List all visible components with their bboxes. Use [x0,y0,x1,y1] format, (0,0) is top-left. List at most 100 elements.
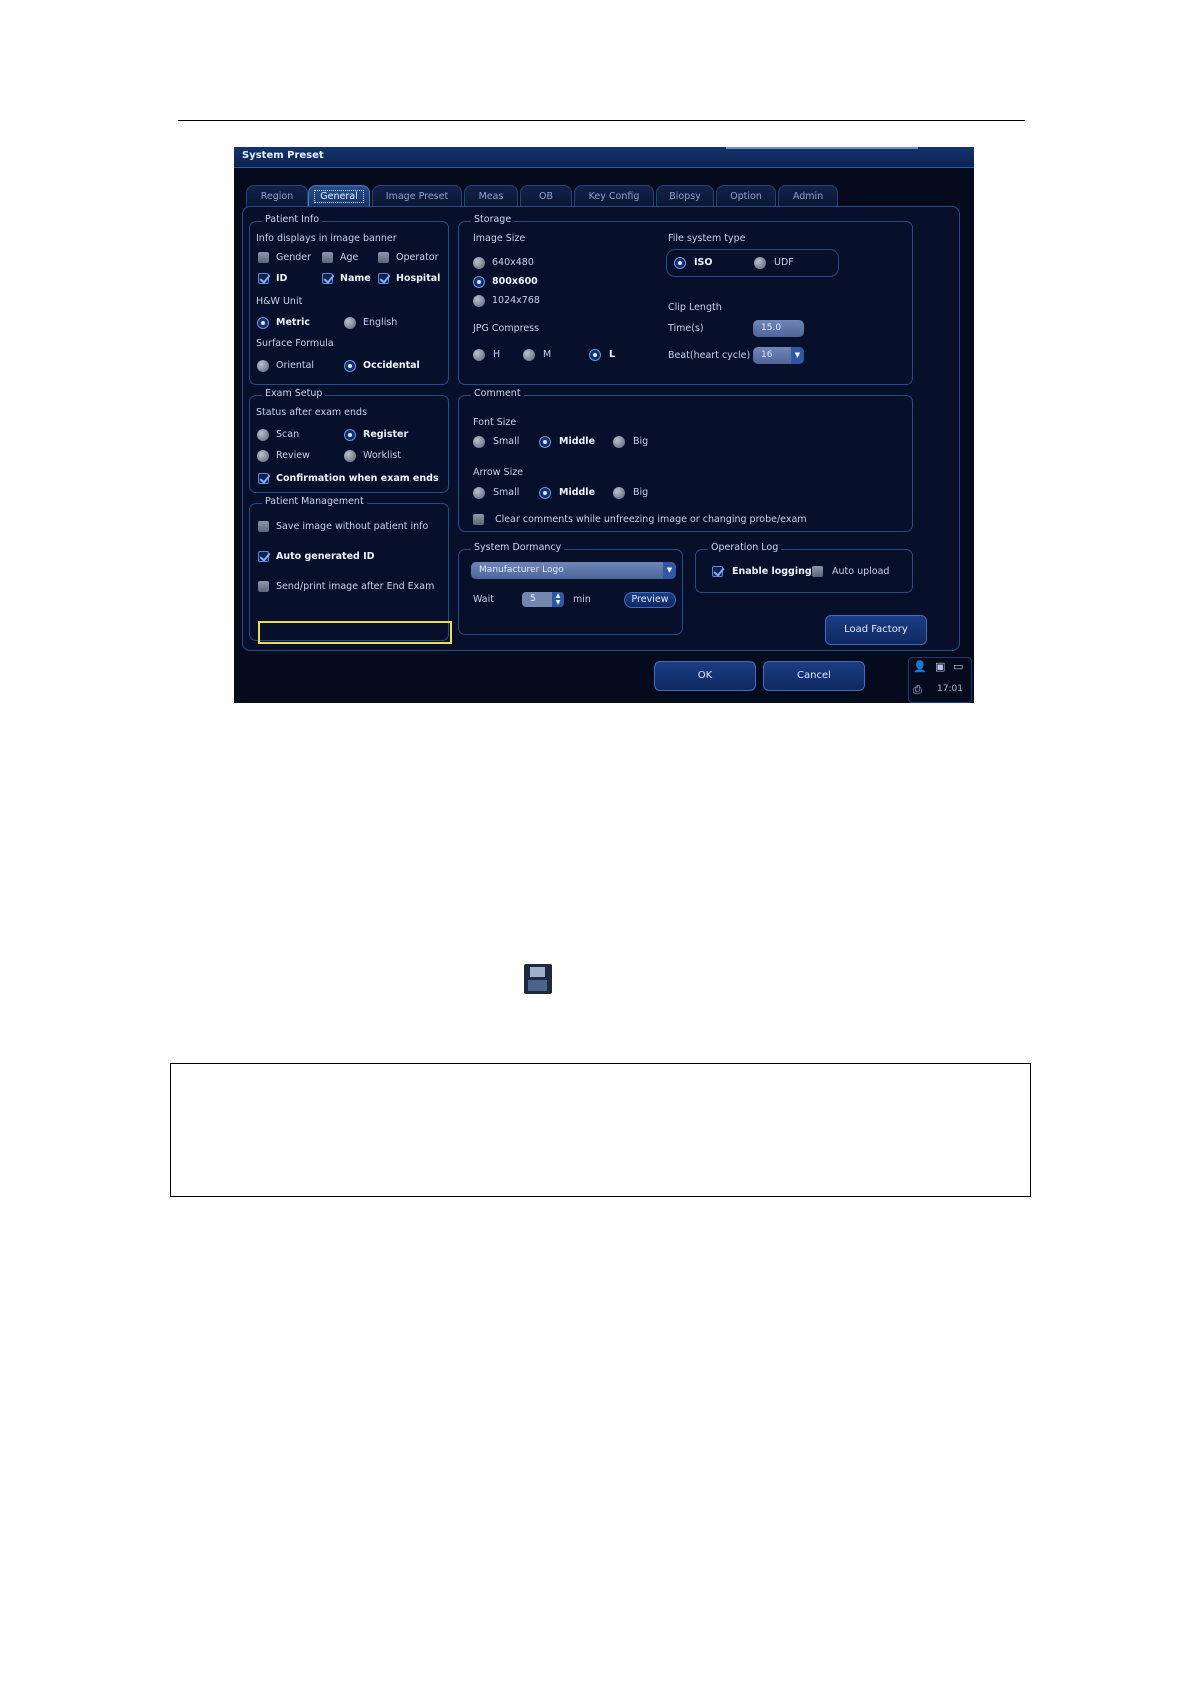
worklist-radio[interactable] [344,450,356,462]
english-radio[interactable] [344,317,356,329]
gender-label: Gender [276,252,312,263]
font-big-radio[interactable] [613,436,625,448]
save-icon [524,964,552,994]
age-label: Age [340,252,359,263]
save-image-checkbox[interactable] [258,521,269,532]
gender-checkbox[interactable] [258,252,269,263]
review-radio[interactable] [257,450,269,462]
font-middle-radio[interactable] [539,436,551,448]
wait-value: 5 [530,594,536,604]
jpg-l-radio[interactable] [589,349,601,361]
scan-radio[interactable] [257,429,269,441]
system-preset-screenshot: System Preset Region General Image Prese… [234,147,974,703]
dormancy-mode-dropdown[interactable]: Manufacturer Logo ▼ [471,562,676,579]
preview-button[interactable]: Preview [624,592,676,608]
name-label: Name [340,273,371,284]
age-checkbox[interactable] [322,252,333,263]
size-800-label: 800x600 [492,276,538,287]
worklist-label: Worklist [363,450,402,461]
image-size-label: Image Size [473,233,526,244]
auto-id-checkbox[interactable] [258,551,269,562]
clear-comments-label: Clear comments while unfreezing image or… [495,514,807,525]
size-800-radio[interactable] [473,276,485,288]
review-label: Review [276,450,310,461]
font-small-radio[interactable] [473,436,485,448]
tab-image-preset[interactable]: Image Preset [372,185,462,207]
register-label: Register [363,429,409,440]
min-label: min [573,594,591,605]
comment-panel: Comment Font Size Small Middle Big Arrow… [458,388,913,532]
tab-option[interactable]: Option [716,185,776,207]
jpg-h-radio[interactable] [473,349,485,361]
send-print-checkbox[interactable] [258,581,269,592]
tab-biopsy[interactable]: Biopsy [656,185,714,207]
enable-logging-label: Enable logging [732,566,812,577]
occidental-radio[interactable] [344,360,356,372]
tab-ob[interactable]: OB [520,185,572,207]
hospital-checkbox[interactable] [378,273,389,284]
save-image-label: Save image without patient info [276,521,429,532]
oriental-radio[interactable] [257,360,269,372]
tab-admin[interactable]: Admin [778,185,838,207]
font-middle-label: Middle [559,436,596,447]
fs-iso-radio[interactable] [674,257,686,269]
id-checkbox[interactable] [258,273,269,284]
banner-info-label: Info displays in image banner [256,233,397,244]
arrow-middle-label: Middle [559,487,596,498]
size-640-radio[interactable] [473,257,485,269]
time-input[interactable]: 15.0 [753,320,804,337]
arrow-middle-radio[interactable] [539,487,551,499]
fs-udf-radio[interactable] [754,257,766,269]
enable-logging-checkbox[interactable] [712,566,723,577]
name-checkbox[interactable] [322,273,333,284]
status-tray: 👤 ▣ ▭ ⎙ 17:01 [908,657,972,703]
wait-stepper[interactable]: 5 ▲ ▼ [522,592,564,607]
auto-upload-checkbox[interactable] [812,566,823,577]
disk-icon[interactable]: ▣ [935,661,945,672]
patient-info-panel: Patient Info Info displays in image bann… [249,214,449,385]
tab-region[interactable]: Region [246,185,308,207]
jpg-h-label: H [493,349,501,360]
beat-dropdown[interactable]: 16 ▼ [753,347,804,364]
jpg-m-radio[interactable] [523,349,535,361]
patient-management-legend: Patient Management [262,496,367,507]
clear-comments-checkbox[interactable] [473,514,484,525]
confirmation-checkbox[interactable] [258,473,269,484]
clip-length-label: Clip Length [668,302,722,313]
jpg-compress-label: JPG Compress [473,323,540,334]
auto-id-label: Auto generated ID [276,551,375,562]
tab-key-config[interactable]: Key Config [574,185,654,207]
monitor-icon[interactable]: ▭ [953,661,963,672]
tab-meas[interactable]: Meas [464,185,518,207]
operator-checkbox[interactable] [378,252,389,263]
load-factory-button[interactable]: Load Factory [825,615,927,645]
chevron-down-icon: ▼ [791,347,804,364]
time-label: Time(s) [668,323,704,334]
size-1024-label: 1024x768 [492,295,540,306]
font-big-label: Big [633,436,649,447]
user-icon[interactable]: 👤 [913,661,927,672]
printer-icon[interactable]: ⎙ [913,684,922,695]
metric-radio[interactable] [257,317,269,329]
surface-formula-label: Surface Formula [256,338,334,349]
operation-log-legend: Operation Log [708,542,782,553]
jpg-l-label: L [609,349,616,360]
size-1024-radio[interactable] [473,295,485,307]
fs-iso-label: ISO [694,257,713,268]
arrow-big-radio[interactable] [613,487,625,499]
english-label: English [363,317,398,328]
arrow-small-radio[interactable] [473,487,485,499]
arrow-small-label: Small [493,487,520,498]
tab-general[interactable]: General [308,185,370,207]
cancel-button[interactable]: Cancel [763,661,865,691]
save-icon-label [528,980,547,991]
jpg-m-label: M [543,349,552,360]
title-bar-accent [726,147,918,149]
file-system-group: ISO UDF [666,249,839,277]
comment-legend: Comment [471,388,524,399]
ok-button[interactable]: OK [654,661,756,691]
title-bar: System Preset [234,147,974,168]
status-after-exam-label: Status after exam ends [256,407,368,418]
register-radio[interactable] [344,429,356,441]
file-system-type-label: File system type [668,233,746,244]
